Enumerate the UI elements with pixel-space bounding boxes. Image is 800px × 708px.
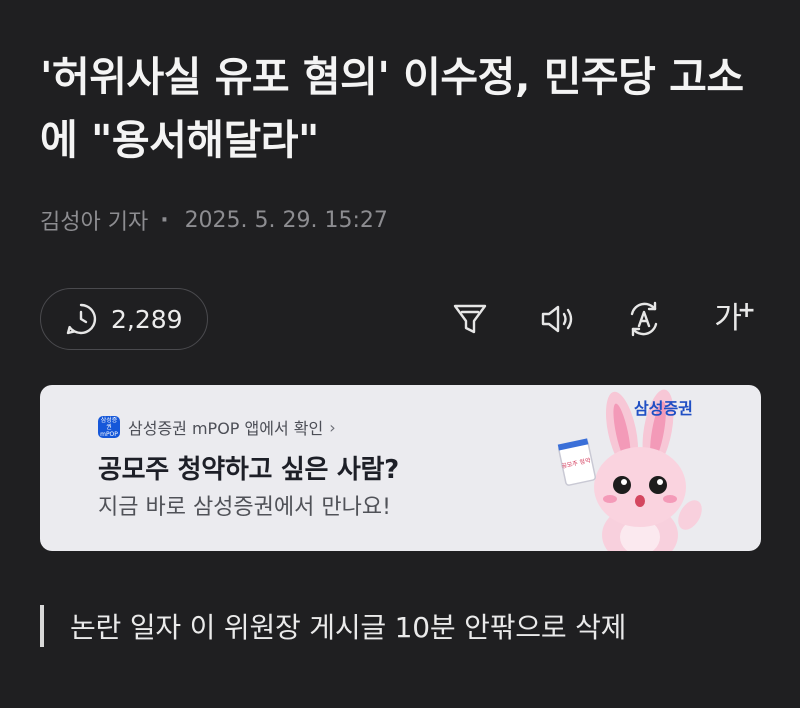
ad-brand-logo: 삼성증권 — [634, 399, 693, 418]
font-size-plus: + — [737, 298, 756, 323]
ad-source-link[interactable]: 삼성증권 mPOP 삼성증권 mPOP 앱에서 확인 › — [98, 415, 336, 439]
article-subheading: 논란 일자 이 위원장 게시글 10분 안팎으로 삭제 — [40, 604, 626, 648]
clock-icon — [66, 303, 97, 335]
article-toolbar: 2,289 가 + — [40, 288, 760, 350]
ad-title: 공모주 청약하고 싶은 사람? — [98, 455, 399, 485]
author-name[interactable]: 김성아 기자 — [40, 204, 148, 236]
rabbit-mascot-image: 공모주 청약 — [557, 389, 702, 551]
publish-datetime: 2025. 5. 29. 15:27 — [184, 207, 388, 233]
view-count: 2,289 — [111, 304, 183, 334]
speaker-icon — [541, 305, 573, 333]
article-page: '허위사실 유포 혐의' 이수정, 민주당 고소에 "용서해달라" 김성아 기자… — [0, 0, 800, 708]
byline-separator: · — [160, 207, 169, 233]
tts-button[interactable] — [536, 297, 580, 341]
subheading-bar — [40, 605, 44, 647]
chevron-right-icon: › — [329, 417, 336, 437]
article-headline: '허위사실 유포 혐의' 이수정, 민주당 고소에 "용서해달라" — [40, 53, 744, 164]
subheading-text: 논란 일자 이 위원장 게시글 10분 안팎으로 삭제 — [70, 611, 627, 644]
summary-button[interactable] — [448, 297, 492, 341]
font-size-button[interactable]: 가 + — [706, 297, 756, 341]
funnel-icon — [453, 304, 487, 334]
byline: 김성아 기자 · 2025. 5. 29. 15:27 — [40, 204, 388, 236]
app-icon-line-2: mPOP — [100, 430, 118, 438]
ad-subtitle: 지금 바로 삼성증권에서 만나요! — [98, 495, 391, 520]
mascot-sign: 공모주 청약 — [557, 438, 597, 486]
mpop-app-icon: 삼성증권 mPOP — [98, 416, 120, 438]
translate-icon — [630, 301, 658, 337]
view-count-pill[interactable]: 2,289 — [40, 288, 208, 350]
app-icon-line-1: 삼성증권 — [100, 416, 118, 431]
ad-banner[interactable]: 삼성증권 mPOP 삼성증권 mPOP 앱에서 확인 › 공모주 청약하고 싶은… — [40, 385, 761, 551]
font-size-icon: 가 + — [714, 297, 756, 341]
translate-button[interactable] — [622, 297, 666, 341]
ad-source-text: 삼성증권 mPOP 앱에서 확인 — [128, 419, 324, 438]
